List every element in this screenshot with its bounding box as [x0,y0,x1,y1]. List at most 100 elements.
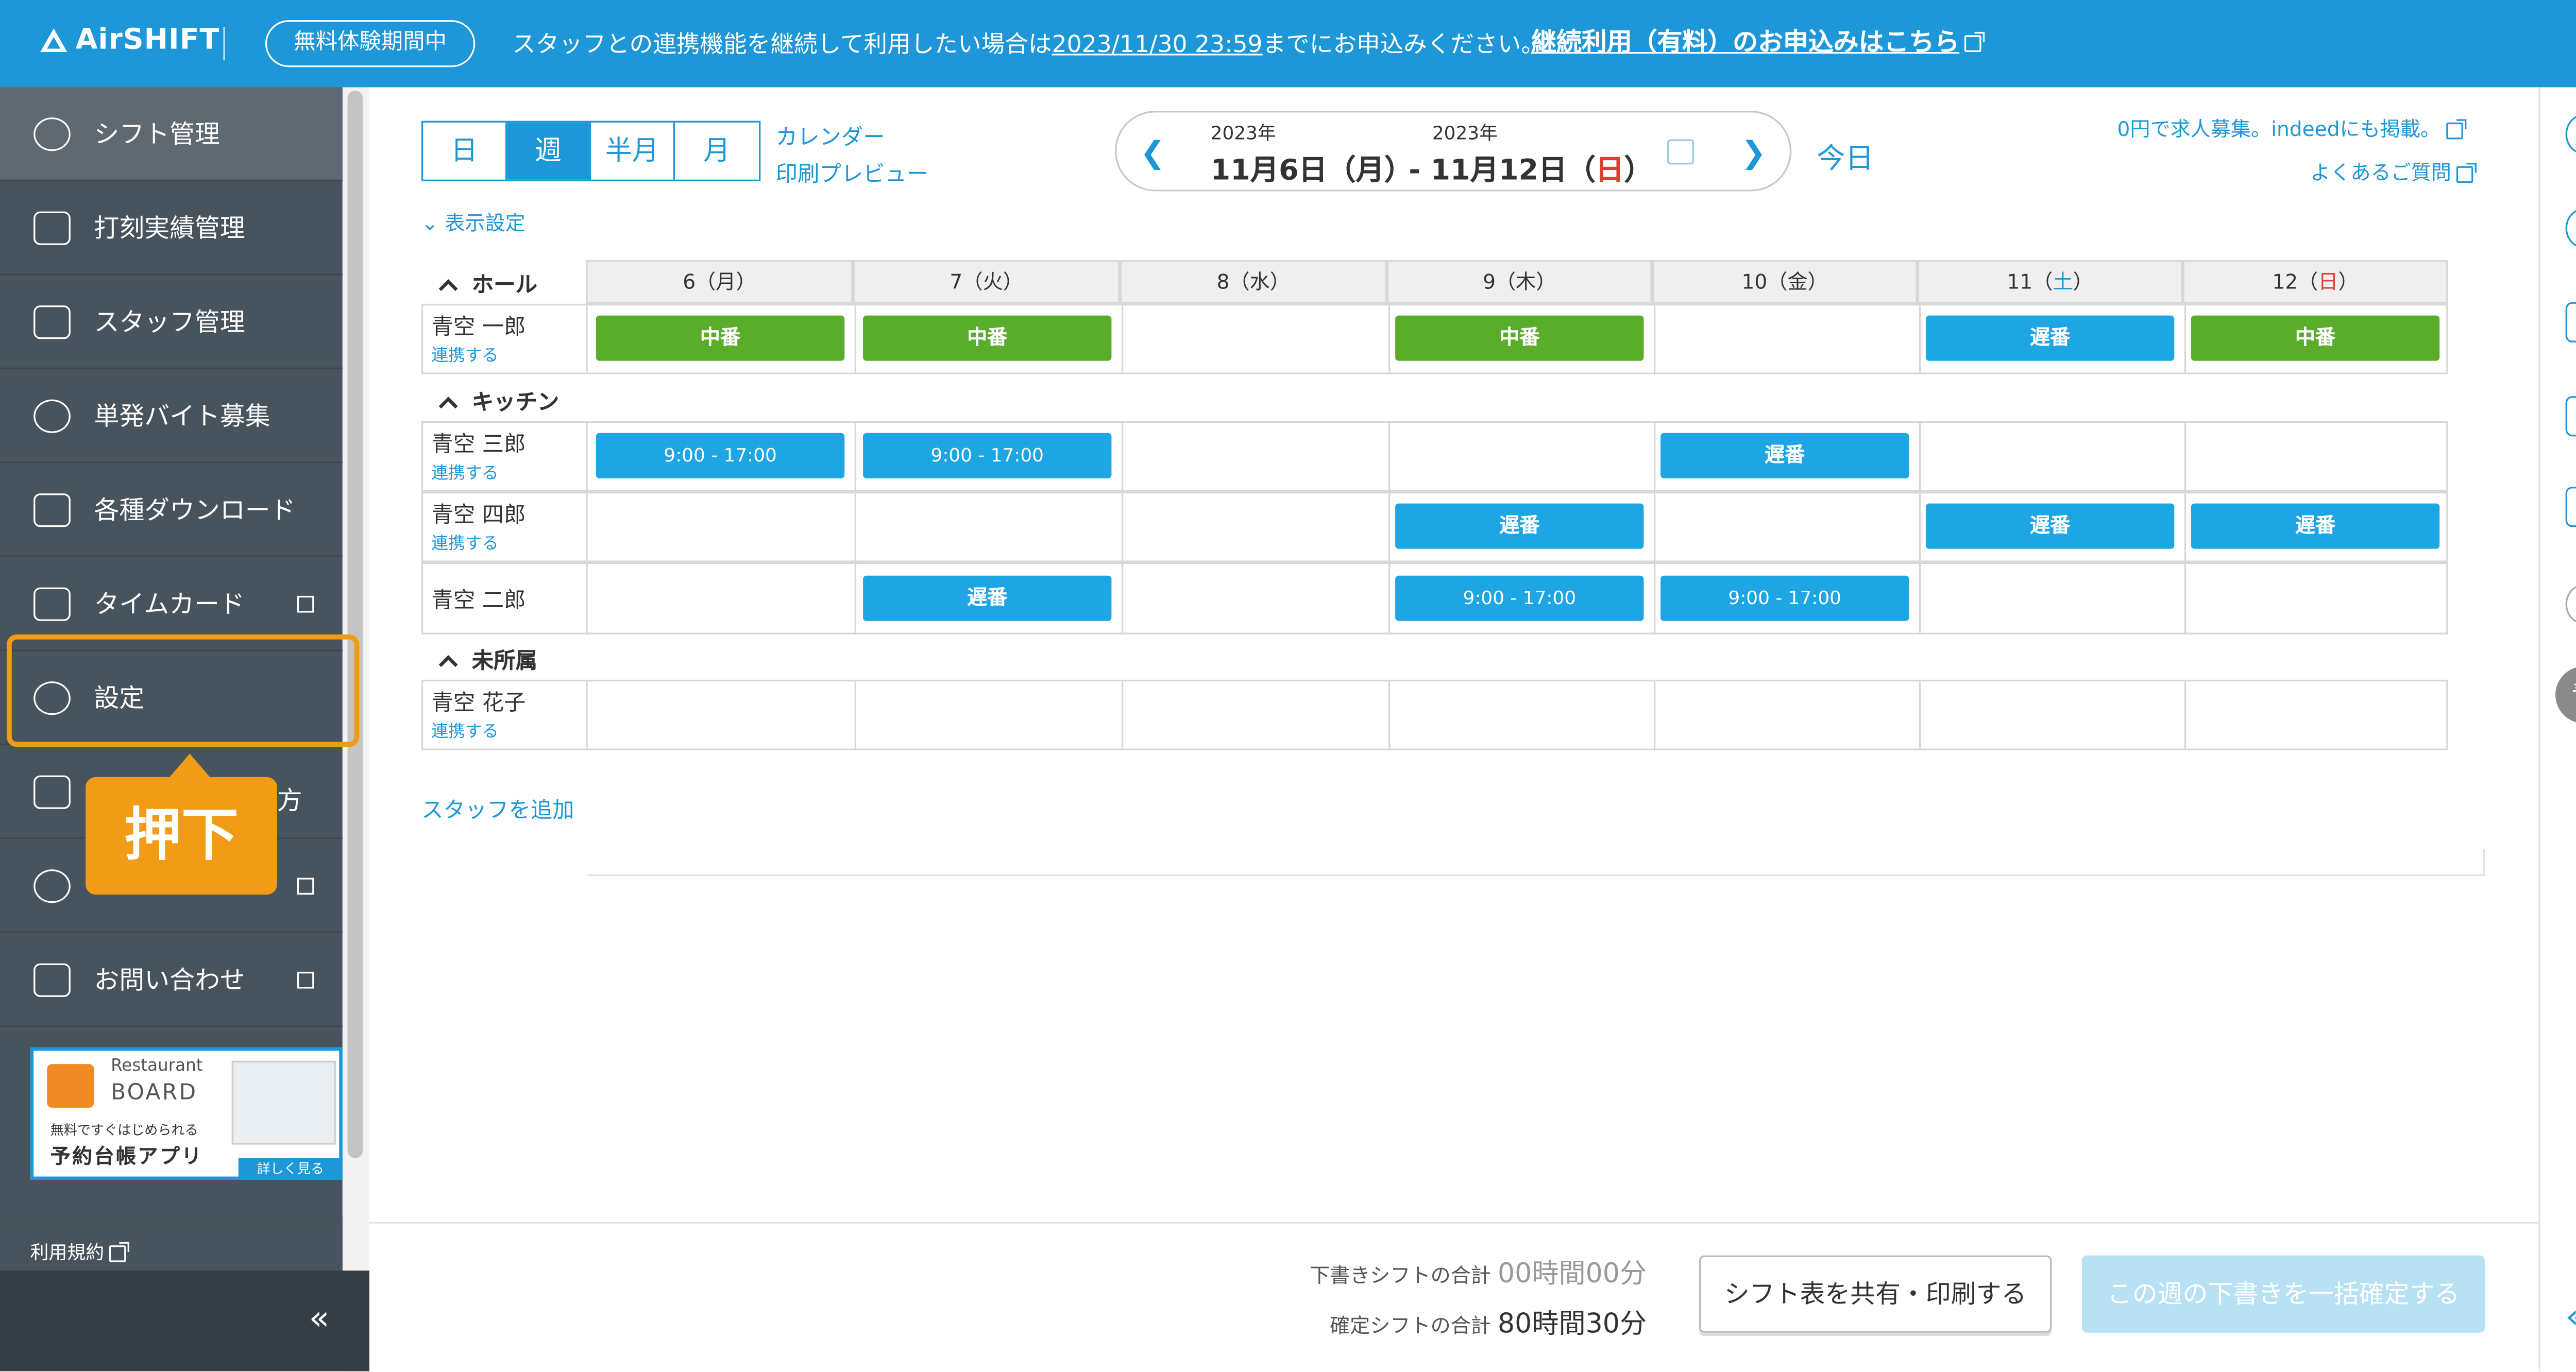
link-staff-link[interactable]: 連携する [432,717,499,742]
group-name: キッチン [471,391,560,417]
grid-divider [1919,423,1921,490]
staff-name-cell: 青空 四郎 連携する [423,493,588,561]
grid-divider [1919,563,1921,633]
display-settings-toggle[interactable]: ⌄ 表示設定 [421,208,526,236]
staff-name-cell: 青空 花子 連携する [423,681,588,749]
sheet-approve-icon[interactable] [2565,487,2576,527]
external-link-icon [297,595,314,613]
shift-block[interactable]: 9:00 - 17:00 [1660,575,1909,621]
grid-divider [1654,681,1656,749]
shift-block[interactable]: 遅番 [2191,503,2440,549]
shift-block[interactable]: 遅番 [1925,315,2175,361]
indeed-link-label: 0円で求人募集。indeedにも掲載。 [2117,117,2441,141]
ad-more-button[interactable]: 詳しく見る [238,1158,343,1180]
logo-divider [223,27,225,61]
grid-divider [854,423,857,490]
shift-block[interactable]: 9:00 - 17:00 [1395,575,1644,621]
day-header-3: 9（木） [1386,260,1652,304]
next-week-icon[interactable]: ❯ [1741,136,1766,171]
double-chevron-left-icon[interactable]: « [2566,1296,2576,1336]
grid-divider [1121,681,1124,749]
shift-block[interactable]: 9:00 - 17:00 [596,433,845,478]
end-date-pre: - 11月12日（ [1409,154,1596,188]
draft-total-label: 下書きシフトの合計 [1309,1263,1491,1288]
sidebar-item-timestamps[interactable]: 打刻実績管理 [0,181,343,276]
staff-row: 青空 二郎 遅番 9:00 - 17:00 9:00 - 17:00 [421,562,2448,634]
link-staff-link[interactable]: 連携する [432,341,499,366]
indeed-link[interactable]: 0円で求人募集。indeedにも掲載。 [2117,114,2466,143]
group-toggle-hall[interactable]: ホール [421,267,537,304]
staff-name[interactable]: 青空 二郎 [432,582,526,614]
external-link-icon [1964,31,1985,52]
prev-week-icon[interactable]: ❮ [1140,136,1165,171]
shift-block[interactable]: 遅番 [863,575,1112,621]
sheet-check-icon[interactable] [2565,302,2576,342]
shift-block[interactable]: 遅番 [1660,433,1909,478]
sidebar-item-contact[interactable]: お問い合わせ [0,933,343,1027]
sidebar-scroll-thumb[interactable] [347,90,363,1158]
link-staff-link[interactable]: 連携する [432,529,499,554]
bulk-confirm-button[interactable]: この週の下書きを一括確定する [2082,1255,2485,1333]
calendar-icon[interactable] [1667,139,1694,165]
confirmed-total-value: 80時間30分 [1497,1307,1647,1340]
trial-status-badge: 無料体験期間中 [265,20,476,67]
view-month-button[interactable]: 月 [675,123,759,180]
page-root: AirSHIFT 無料体験期間中 スタッフとの連携機能を継続して利用したい場合は… [0,0,2576,1371]
staff-name[interactable]: 青空 四郎 [432,497,526,529]
shift-block[interactable]: 中番 [2191,315,2440,361]
sheet-hourglass-icon[interactable] [2565,396,2576,437]
sidebar-item-label: 単発バイト募集 [94,401,270,432]
shift-block[interactable]: 9:00 - 17:00 [863,433,1112,478]
day-num: 11 [2007,270,2033,294]
day-header-0: 6（月） [586,260,853,304]
print-preview-link[interactable]: 印刷プレビュー [776,156,929,188]
group-toggle-unassigned[interactable]: 未所属 [421,643,537,680]
group-toggle-kitchen[interactable]: キッチン [421,384,559,421]
shift-block[interactable]: 中番 [863,315,1112,361]
sidebar-collapse-button[interactable]: « [0,1270,369,1371]
terms-label: 利用規約 [30,1242,105,1264]
airshift-logo[interactable]: AirSHIFT [40,24,219,57]
end-date-post: ） [1624,154,1653,188]
grid-divider [1654,423,1656,490]
grid-divider [2184,305,2187,373]
subscribe-link[interactable]: 継続利用（有料）のお申込みはこちら [1531,24,1985,59]
day-num: 7 [950,270,963,294]
add-staff-link[interactable]: スタッフを追加 [421,792,574,824]
sidebar-item-gig-recruit[interactable]: 単発バイト募集 [0,369,343,464]
mail-icon [33,963,71,997]
today-button[interactable]: 今日 [1817,134,1874,176]
ad-headline: 予約台帳アプリ [50,1144,204,1169]
external-link-icon [2445,118,2466,139]
faq-link-label: よくあるご質問 [2310,161,2452,185]
staff-name[interactable]: 青空 一郎 [432,309,526,341]
day-dow: 水 [1249,270,1270,294]
calendar-link[interactable]: カレンダー [776,119,885,151]
staff-name[interactable]: 青空 三郎 [432,426,526,458]
start-date: 11月6日（月） [1210,154,1413,188]
sidebar-item-downloads[interactable]: 各種ダウンロード [0,463,343,557]
terms-link[interactable]: 利用規約 [30,1239,129,1265]
shift-block[interactable]: 中番 [1395,315,1644,361]
share-print-button[interactable]: シフト表を共有・印刷する [1699,1255,2052,1333]
grid-divider [854,681,857,749]
grid-divider [1121,423,1124,490]
restaurant-board-ad[interactable]: Restaurant BOARD 無料ですぐはじめられる 予約台帳アプリ 詳しく… [30,1047,343,1180]
sidebar-item-shift[interactable]: シフト管理 [0,87,343,181]
faq-link[interactable]: よくあるご質問 [2310,158,2477,186]
grid-divider [1121,305,1124,373]
person-search-icon [33,399,71,433]
banner-message-pre: スタッフとの連携機能を継続して利用したい場合は [512,31,1052,59]
grid-divider [1919,493,1921,561]
link-staff-link[interactable]: 連携する [432,458,499,484]
view-day-button[interactable]: 日 [423,122,507,180]
trial-banner: AirSHIFT 無料体験期間中 スタッフとの連携機能を継続して利用したい場合は… [0,0,2576,88]
staff-name[interactable]: 青空 花子 [432,685,526,717]
shift-block[interactable]: 遅番 [1395,503,1644,549]
shift-block[interactable]: 中番 [596,315,845,361]
external-link-icon [109,1242,129,1262]
view-halfmonth-button[interactable]: 半月 [591,122,675,180]
view-week-button[interactable]: 週 [507,122,591,180]
sidebar-item-staff[interactable]: スタッフ管理 [0,275,343,369]
shift-block[interactable]: 遅番 [1925,503,2175,549]
